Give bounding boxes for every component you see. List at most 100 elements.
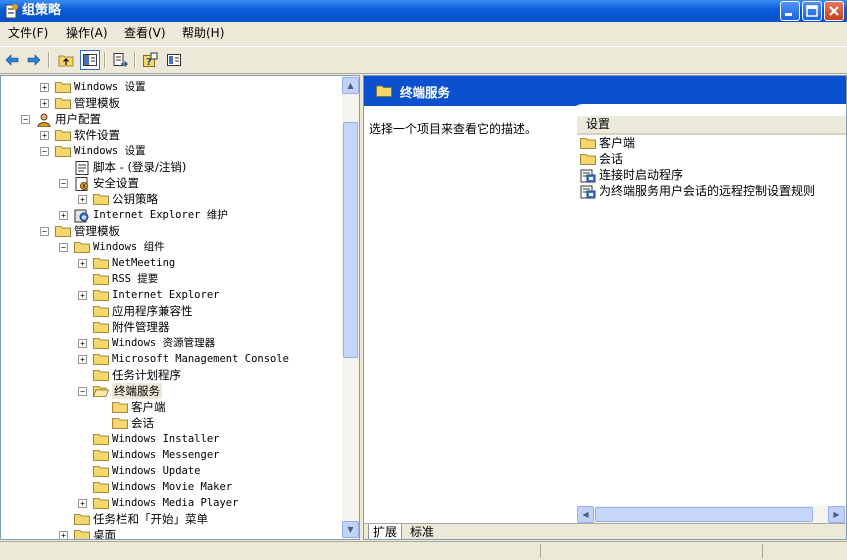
menu-action[interactable]: 操作(A)	[66, 26, 108, 40]
scroll-down-button[interactable]: ▼	[342, 521, 359, 538]
folder-icon	[376, 85, 392, 97]
collapse-icon[interactable]: −	[40, 147, 49, 156]
tab-standard[interactable]: 标准	[406, 524, 438, 539]
horizontal-scroll-thumb[interactable]	[595, 507, 813, 522]
tree-item[interactable]: + Internet Explorer	[1, 287, 341, 303]
tree-item-label: Windows Messenger	[112, 449, 220, 461]
tree-item[interactable]: 会话	[1, 415, 341, 431]
up-one-level-button[interactable]	[56, 50, 76, 70]
show-hide-tree-button[interactable]	[80, 50, 100, 70]
scroll-left-arrow-icon: ◀	[582, 510, 589, 519]
expand-icon[interactable]: +	[59, 531, 68, 539]
tree-item[interactable]: − Windows 设置	[1, 143, 341, 159]
collapse-icon[interactable]: −	[59, 179, 68, 188]
expand-icon[interactable]: +	[78, 195, 87, 204]
tree-item[interactable]: 附件管理器	[1, 319, 341, 335]
tree-item[interactable]: Windows Movie Maker	[1, 479, 341, 495]
status-panel	[540, 544, 761, 558]
status-bar	[0, 541, 847, 560]
tree-item[interactable]: + 管理模板	[1, 95, 341, 111]
menu-file[interactable]: 文件(F)	[8, 26, 48, 40]
tree-item[interactable]: 任务计划程序	[1, 367, 341, 383]
help-button[interactable]: ?	[140, 50, 160, 70]
tree-item[interactable]: Windows Update	[1, 463, 341, 479]
tree-item[interactable]: + Windows 资源管理器	[1, 335, 341, 351]
expand-icon[interactable]: +	[40, 83, 49, 92]
maximize-button[interactable]	[802, 1, 822, 21]
tree-item[interactable]: Windows Messenger	[1, 447, 341, 463]
expand-icon[interactable]: +	[40, 99, 49, 108]
folder-icon	[93, 497, 109, 509]
expand-icon[interactable]: +	[78, 355, 87, 364]
scroll-right-button[interactable]: ▶	[828, 506, 845, 523]
collapse-icon[interactable]: −	[78, 387, 87, 396]
tree-item-label: 终端服务	[112, 383, 162, 399]
details-horizontal-scrollbar[interactable]: ◀ ▶	[577, 506, 846, 523]
export-list-icon	[113, 53, 128, 67]
console-tree-pane[interactable]: + Windows 设置 + 管理模板 − 用户配置 + 软件设置 − Windows 设置 脚本 …	[0, 75, 360, 540]
toolbar-separator	[104, 52, 106, 68]
list-item-label: 会话	[599, 152, 624, 166]
folder-icon	[93, 193, 109, 205]
tree-item[interactable]: Windows Installer	[1, 431, 341, 447]
tab-extended[interactable]: 扩展	[368, 524, 403, 539]
tree-item[interactable]: − 管理模板	[1, 223, 341, 239]
folder-icon	[93, 369, 109, 381]
tree-item[interactable]: − 终端服务	[1, 383, 341, 399]
folder-icon	[74, 529, 90, 539]
expand-icon[interactable]: +	[78, 291, 87, 300]
tree-item[interactable]: − 安全设置	[1, 175, 341, 191]
tree-item[interactable]: RSS 提要	[1, 271, 341, 287]
tree-item[interactable]: + Windows Media Player	[1, 495, 341, 511]
minimize-button[interactable]	[780, 1, 800, 21]
tree-item-label: RSS 提要	[112, 273, 159, 285]
expand-icon[interactable]: +	[78, 499, 87, 508]
expand-icon[interactable]: +	[59, 211, 68, 220]
tree-item[interactable]: − 用户配置	[1, 111, 341, 128]
tree-item[interactable]: 脚本 - (登录/注销)	[1, 159, 341, 175]
collapse-icon[interactable]: −	[21, 115, 30, 124]
collapse-icon[interactable]: −	[40, 227, 49, 236]
back-button[interactable]	[2, 50, 22, 70]
tree-item[interactable]: + Windows 设置	[1, 79, 341, 95]
folder-icon	[55, 97, 71, 109]
tree-item[interactable]: + 公钥策略	[1, 191, 341, 207]
folder-icon	[55, 145, 71, 157]
tree-item-label: Internet Explorer	[112, 289, 220, 301]
properties-button[interactable]	[164, 50, 184, 70]
details-pane[interactable]: 终端服务 选择一个项目来查看它的描述。 设置 客户端 会话 连接时启动程序 为终端服务…	[363, 75, 847, 540]
scroll-up-button[interactable]: ▲	[342, 77, 359, 94]
tree-vertical-scrollbar[interactable]: ▲ ▼	[342, 76, 359, 539]
close-button[interactable]	[824, 1, 844, 21]
properties-icon	[167, 54, 181, 66]
tree-item[interactable]: + 软件设置	[1, 127, 341, 143]
menu-help[interactable]: 帮助(H)	[182, 26, 224, 40]
tree-item[interactable]: + e Internet Explorer 维护	[1, 207, 341, 223]
forward-button[interactable]	[24, 50, 44, 70]
tree-item-label: Internet Explorer 维护	[93, 209, 228, 221]
export-list-button[interactable]	[110, 50, 130, 70]
title-bar[interactable]: 组策略	[0, 0, 847, 22]
tree-item[interactable]: − Windows 组件	[1, 239, 341, 255]
folder-icon	[93, 289, 109, 301]
tree-item[interactable]: 客户端	[1, 399, 341, 415]
tree-item-label: 任务计划程序	[112, 368, 181, 382]
tree-item[interactable]: 任务栏和「开始」菜单	[1, 511, 341, 527]
scroll-left-button[interactable]: ◀	[577, 506, 594, 523]
details-header: 终端服务	[364, 76, 846, 106]
collapse-icon[interactable]: −	[59, 243, 68, 252]
tree-item[interactable]: + Microsoft Management Console	[1, 351, 341, 367]
expand-icon[interactable]: +	[78, 259, 87, 268]
tree-item-label: Windows 设置	[74, 145, 146, 157]
policy-setting-icon	[580, 185, 596, 203]
column-header-settings[interactable]: 设置	[577, 116, 846, 135]
tree-item[interactable]: + 桌面	[1, 527, 341, 539]
expand-icon[interactable]: +	[78, 339, 87, 348]
tree-item[interactable]: 应用程序兼容性	[1, 303, 341, 319]
column-header-label: 设置	[586, 117, 611, 131]
scroll-thumb[interactable]	[343, 122, 358, 358]
tree-item[interactable]: + NetMeeting	[1, 255, 341, 271]
scroll-right-arrow-icon: ▶	[833, 510, 840, 519]
expand-icon[interactable]: +	[40, 131, 49, 140]
menu-view[interactable]: 查看(V)	[124, 26, 166, 40]
